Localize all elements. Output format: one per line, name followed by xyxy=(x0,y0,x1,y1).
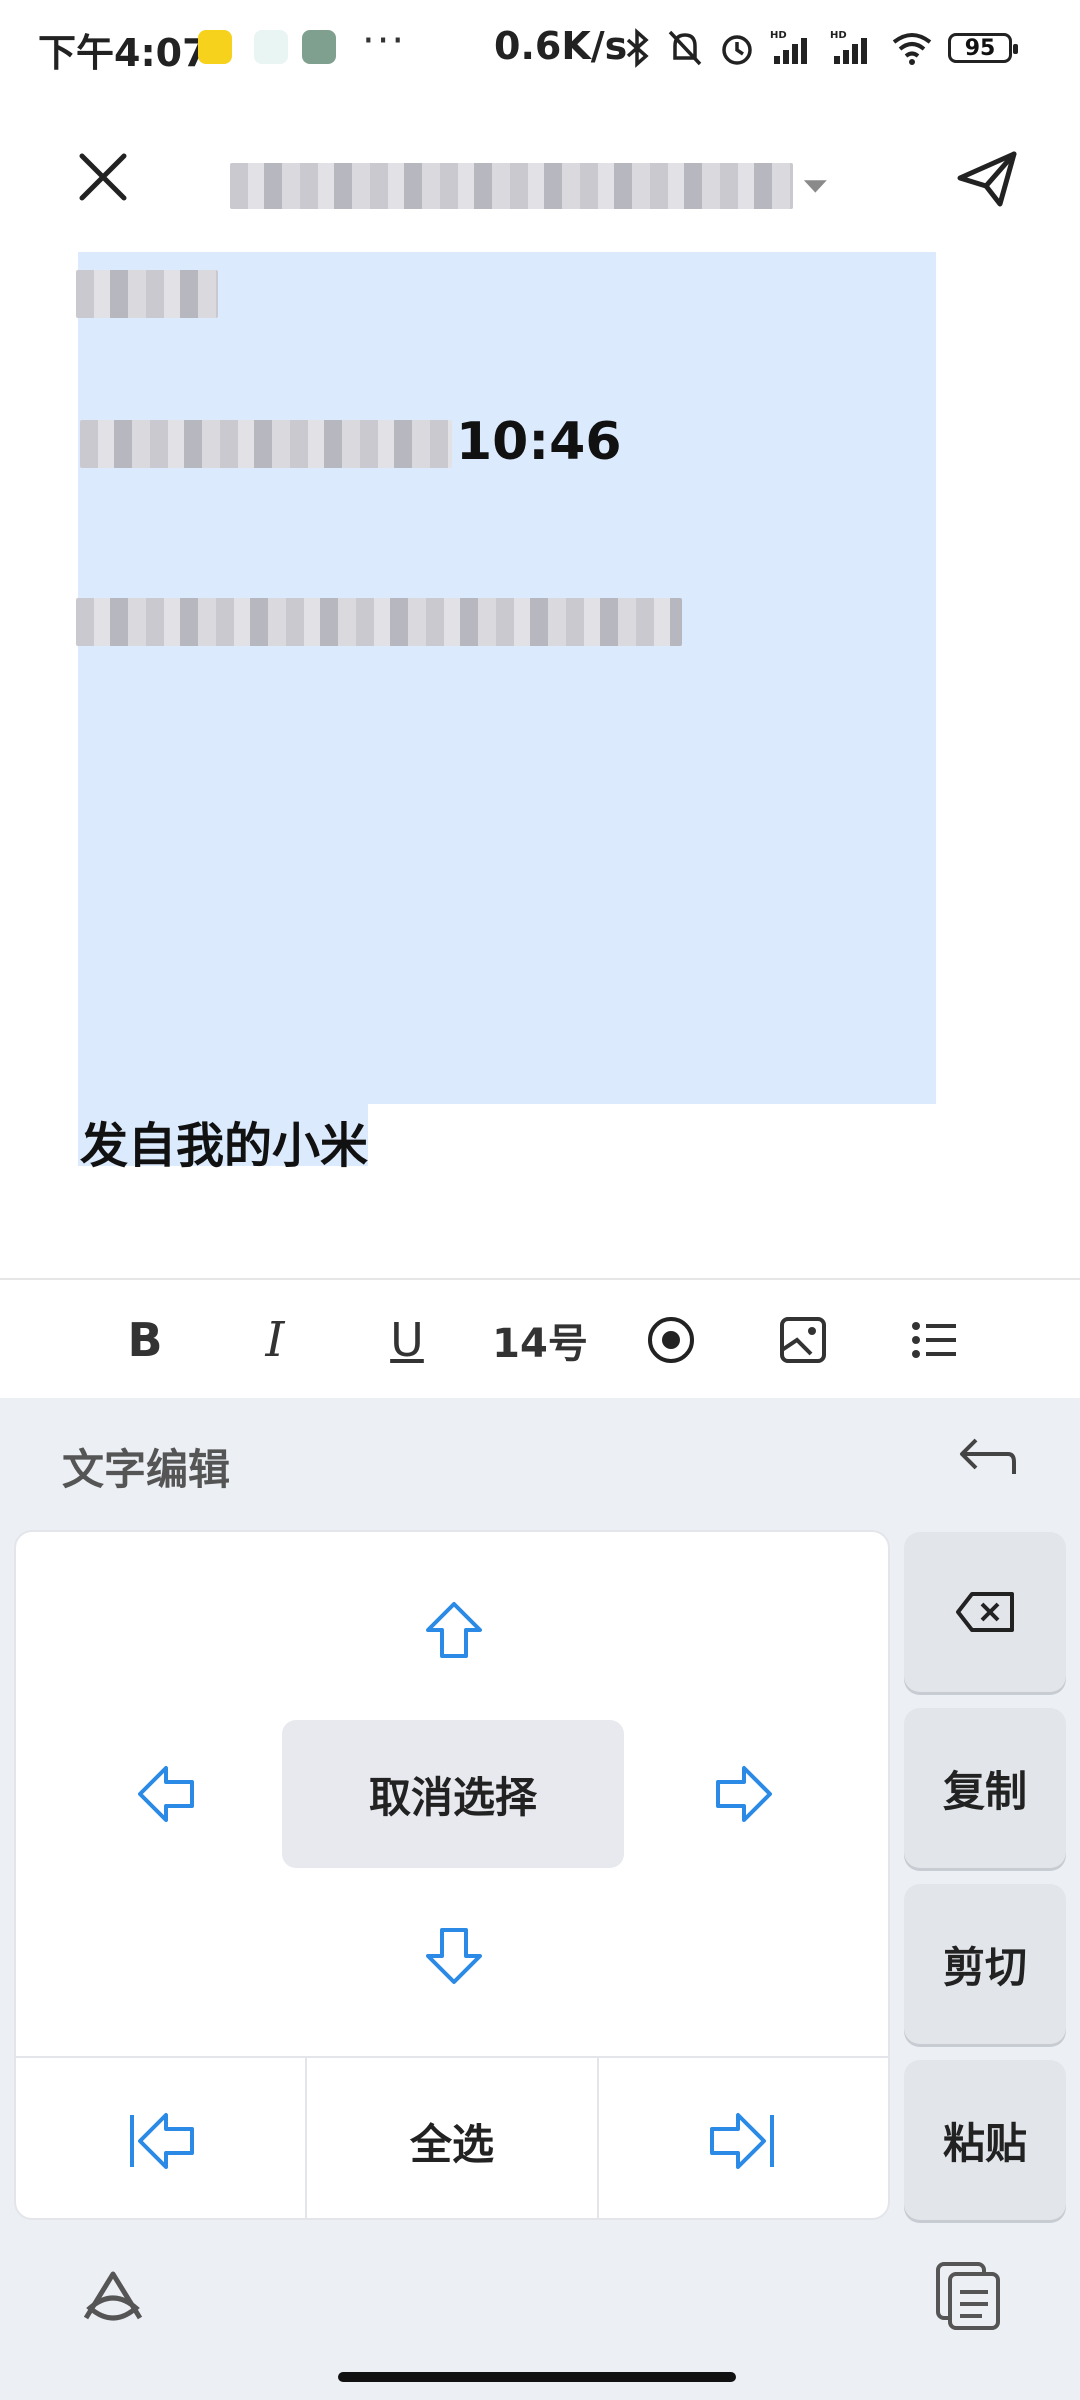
mute-bell-icon xyxy=(668,30,702,66)
alarm-icon xyxy=(722,35,752,65)
insert-image-button[interactable] xyxy=(768,1280,838,1400)
bold-button[interactable]: B xyxy=(110,1280,180,1400)
list-button[interactable] xyxy=(900,1280,970,1400)
redacted-text xyxy=(76,598,682,646)
bluetooth-icon xyxy=(626,28,649,68)
cursor-down-icon[interactable] xyxy=(424,1926,484,1986)
network-speed: 0.6K/s xyxy=(494,24,628,68)
keyboard-logo-icon[interactable] xyxy=(78,2266,148,2328)
signature-text[interactable]: 发自我的小米 xyxy=(80,1106,368,1176)
recipient-selector[interactable] xyxy=(230,154,830,218)
font-size-button[interactable]: 14号 xyxy=(482,1280,598,1400)
paste-button[interactable]: 粘贴 xyxy=(904,2060,1066,2220)
battery-icon: 95 xyxy=(948,33,1018,63)
status-bar: 下午4:07 ··· 0.6K/s HD HD 95 xyxy=(0,0,1080,96)
undo-icon[interactable] xyxy=(950,1426,1020,1486)
redacted-text xyxy=(80,420,452,468)
pad-bottom-row: 全选 xyxy=(16,2056,888,2218)
deselect-button[interactable]: 取消选择 xyxy=(282,1720,624,1868)
backspace-icon xyxy=(956,1592,1014,1632)
notification-app-icon xyxy=(302,30,336,64)
copy-button[interactable]: 复制 xyxy=(904,1708,1066,1868)
format-toolbar: B I U 14号 xyxy=(0,1278,1080,1400)
cursor-to-end-icon xyxy=(710,2113,775,2169)
redacted-text xyxy=(76,270,218,318)
italic-button[interactable]: I xyxy=(240,1280,310,1400)
cursor-left-icon[interactable] xyxy=(136,1764,196,1824)
more-notifications-icon: ··· xyxy=(362,18,407,64)
home-indicator[interactable] xyxy=(338,2372,736,2382)
cursor-end-button[interactable] xyxy=(599,2058,888,2218)
battery-level: 95 xyxy=(964,35,996,61)
wifi-icon xyxy=(892,33,932,65)
panel-title: 文字编辑 xyxy=(62,1445,231,1494)
list-icon xyxy=(912,1322,956,1358)
delete-button[interactable] xyxy=(904,1532,1066,1692)
clipboard-icon[interactable] xyxy=(932,2260,1004,2332)
cursor-up-icon[interactable] xyxy=(424,1600,484,1660)
close-icon[interactable] xyxy=(68,142,138,212)
hd-signal-icon: HD xyxy=(770,30,807,64)
notification-heart-icon xyxy=(254,30,288,64)
message-time: 10:46 xyxy=(456,412,622,472)
status-time: 下午4:07 xyxy=(38,31,209,75)
compose-header xyxy=(0,110,1080,240)
text-selection-highlight xyxy=(78,252,936,1104)
cut-button[interactable]: 剪切 xyxy=(904,1884,1066,2044)
cursor-right-icon[interactable] xyxy=(714,1764,774,1824)
record-icon xyxy=(648,1317,694,1363)
cursor-to-start-icon xyxy=(129,2113,194,2169)
caret-down-icon[interactable] xyxy=(801,176,830,196)
notification-app-icon xyxy=(198,30,232,64)
record-button[interactable] xyxy=(636,1280,706,1400)
underline-button[interactable]: U xyxy=(372,1280,442,1400)
recipient-address-redacted xyxy=(230,163,794,209)
cursor-nav-pad: 取消选择 全选 xyxy=(14,1530,890,2220)
send-icon[interactable] xyxy=(950,142,1024,216)
select-all-button[interactable]: 全选 xyxy=(307,2058,599,2218)
text-edit-panel: 文字编辑 取消选择 全选 复制 剪切 粘贴 xyxy=(0,1398,1080,2400)
image-icon xyxy=(780,1317,826,1363)
status-icons: HD HD 95 xyxy=(622,24,1018,72)
cursor-home-button[interactable] xyxy=(16,2058,308,2218)
hd-signal-icon: HD xyxy=(830,30,867,64)
svg-text:HD: HD xyxy=(830,30,847,41)
svg-text:HD: HD xyxy=(770,30,787,41)
